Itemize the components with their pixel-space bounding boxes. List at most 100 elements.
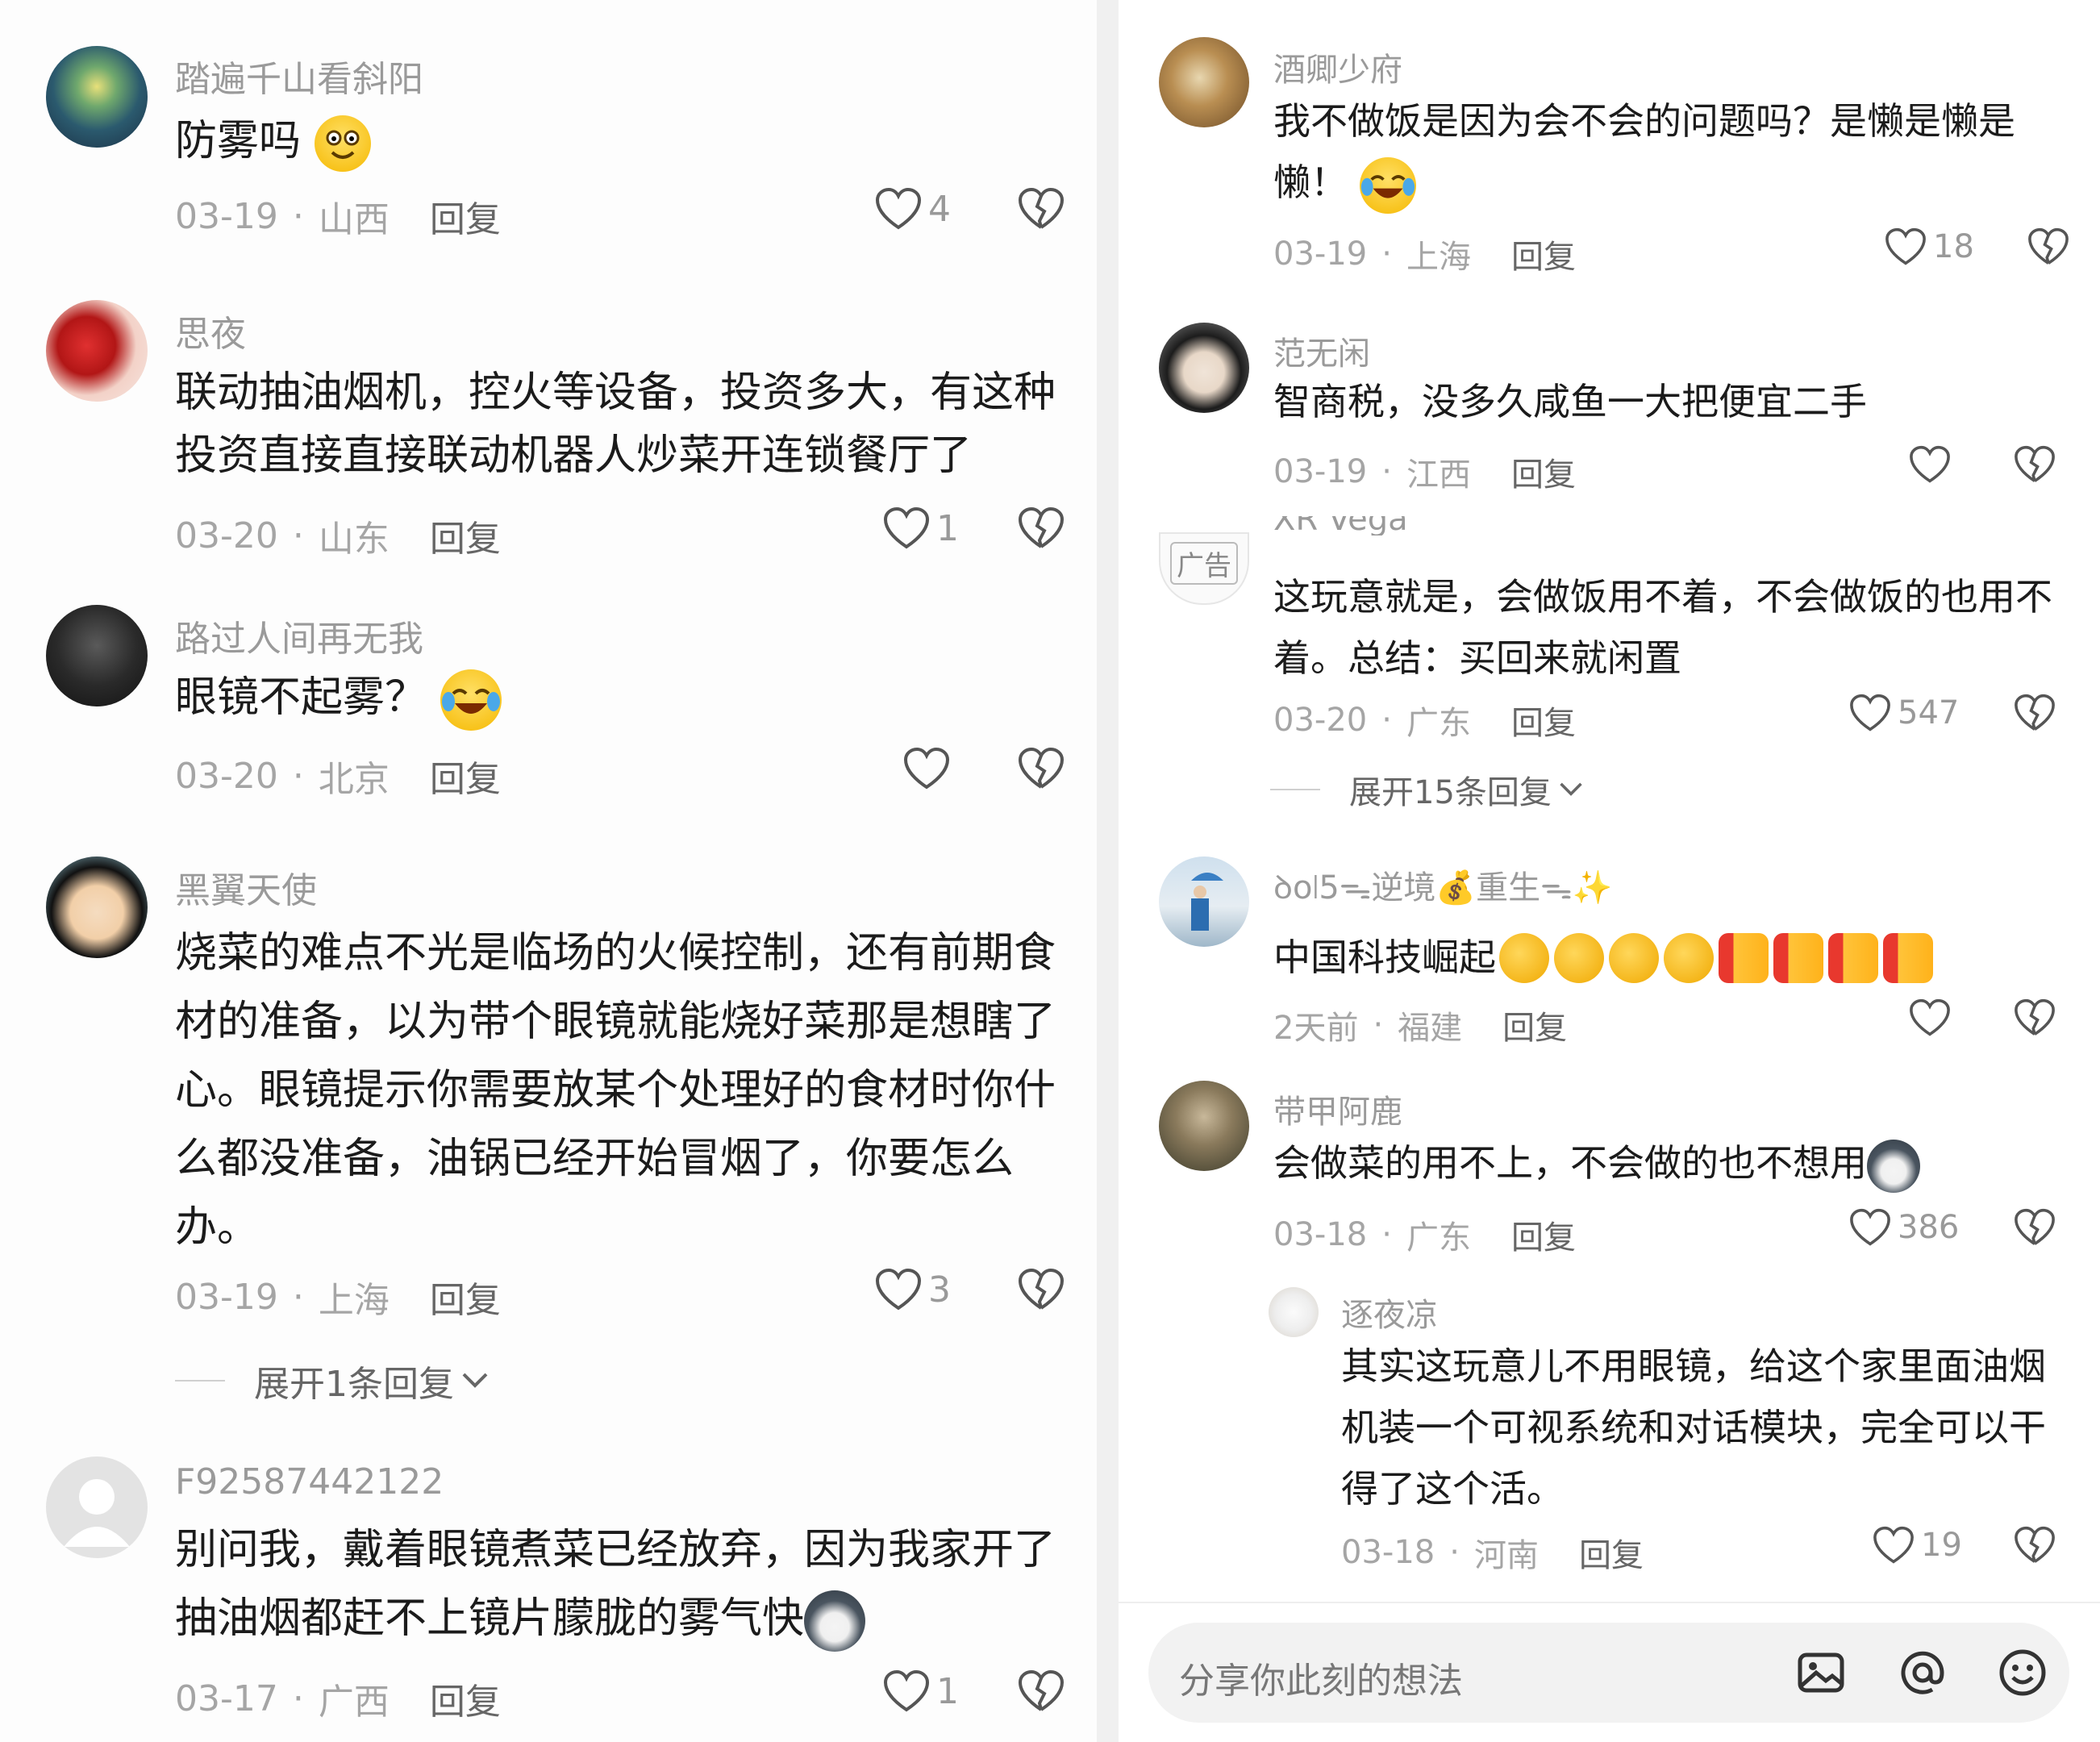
broken-heart-icon xyxy=(2015,1208,2055,1245)
date: 03-20 xyxy=(175,515,278,556)
location: 广西 xyxy=(318,1682,390,1723)
username[interactable]: F92587442122 xyxy=(175,1461,444,1502)
like-count: 18 xyxy=(1933,228,1974,265)
dislike-button[interactable] xyxy=(2014,998,2056,1037)
like-button[interactable] xyxy=(1909,998,1951,1037)
dislike-button[interactable] xyxy=(1018,747,1065,790)
comment-text: 这玩意就是，会做饭用不着，不会做饭的也用不 着。总结：买回来就闲置 xyxy=(1273,575,2052,680)
comment-meta: 03-18 · 河南 回复 xyxy=(1341,1529,1644,1576)
like-button[interactable]: 4 xyxy=(875,187,951,231)
like-button[interactable]: 18 xyxy=(1885,227,1974,266)
heart-icon xyxy=(875,1268,922,1311)
reply-button[interactable]: 回复 xyxy=(430,750,501,802)
avatar[interactable] xyxy=(1159,323,1249,413)
dislike-button[interactable] xyxy=(1018,506,1065,550)
comment-meta: 03-19 · 江西 回复 xyxy=(1273,448,1576,495)
expand-replies-button[interactable]: 展开1条回复 xyxy=(175,1355,490,1407)
grinning-face-icon xyxy=(314,115,371,172)
date: 03-17 xyxy=(175,1677,278,1719)
dislike-button[interactable] xyxy=(2014,1526,2056,1565)
like-count: 386 xyxy=(1898,1209,1960,1246)
heart-icon xyxy=(1850,694,1890,731)
expand-replies-button[interactable]: 展开15条回复 xyxy=(1270,766,1584,813)
avatar[interactable] xyxy=(1159,37,1249,127)
comment-input[interactable]: 分享你此刻的想法 xyxy=(1179,1652,1463,1703)
dislike-button[interactable] xyxy=(1018,1669,1065,1713)
username[interactable]: 黑翼天使 xyxy=(175,861,317,913)
avatar[interactable] xyxy=(46,300,148,402)
like-count: 3 xyxy=(928,1269,951,1311)
comment-input-bar[interactable]: 分享你此刻的想法 xyxy=(1148,1623,2069,1723)
reply-button[interactable]: 回复 xyxy=(430,1271,501,1323)
dislike-button[interactable] xyxy=(2014,694,2056,732)
dislike-button[interactable] xyxy=(1018,187,1065,231)
avatar[interactable] xyxy=(1159,856,1249,947)
username[interactable]: 逐夜凉 xyxy=(1341,1289,1438,1336)
username[interactable]: 范无闲 xyxy=(1273,327,1370,374)
like-button[interactable]: 19 xyxy=(1873,1526,1962,1565)
date: 03-20 xyxy=(175,755,278,797)
username[interactable]: ꝺo꘡5ᯓ逆境💰重生ᯓ✨ xyxy=(1273,861,1612,908)
default-avatar-icon xyxy=(64,1479,130,1547)
username[interactable]: 带甲阿鹿 xyxy=(1273,1086,1402,1132)
location: 广东 xyxy=(1406,1219,1471,1256)
username[interactable]: 路过人间再无我 xyxy=(175,610,423,661)
avatar[interactable] xyxy=(46,605,148,706)
like-button[interactable]: 386 xyxy=(1849,1208,1959,1247)
heart-icon xyxy=(1910,445,1950,483)
comment-text: 我不做饭是因为会不会的问题吗？是懒是懒是 懒！ xyxy=(1273,90,2015,214)
comment-text: 联动抽油烟机，控火等设备，投资多大，有这种 投资直接直接联动机器人炒菜开连锁餐厅… xyxy=(175,369,1056,480)
laughing-crying-face-icon xyxy=(1359,156,1416,214)
reply-button[interactable]: 回复 xyxy=(1511,697,1576,744)
like-button[interactable] xyxy=(903,747,950,790)
input-divider xyxy=(1119,1602,2100,1603)
dislike-button[interactable] xyxy=(2027,227,2069,266)
mention-icon[interactable] xyxy=(1897,1647,1948,1698)
comment-meta: 03-18 · 广东 回复 xyxy=(1273,1211,1576,1258)
username[interactable]: 思夜 xyxy=(175,305,246,356)
like-count: 19 xyxy=(1921,1527,1962,1564)
avatar[interactable] xyxy=(46,1457,148,1558)
avatar[interactable] xyxy=(1159,1081,1249,1171)
reply-button[interactable]: 回复 xyxy=(1502,1002,1567,1048)
emoji-icon[interactable] xyxy=(1997,1647,2048,1698)
avatar[interactable] xyxy=(46,856,148,958)
reply-button[interactable]: 回复 xyxy=(430,510,501,561)
username[interactable]: 踏遍千山看斜阳 xyxy=(175,50,423,102)
avatar[interactable] xyxy=(46,46,148,148)
reply-button[interactable]: 回复 xyxy=(430,190,501,242)
divider xyxy=(175,1380,225,1382)
comment-meta: 03-19 · 上海 回复 xyxy=(1273,231,1576,277)
dislike-button[interactable] xyxy=(2014,445,2056,484)
comment-text: 智商税，没多久咸鱼一大把便宜二手 xyxy=(1273,380,1867,423)
username[interactable]: 酒卿少府 xyxy=(1273,44,1402,90)
reply-button[interactable]: 回复 xyxy=(1511,448,1576,495)
dislike-button[interactable] xyxy=(1018,1268,1065,1311)
thumbs-up-icon xyxy=(1719,932,1769,983)
comment-text: 其实这玩意儿不用眼镜，给这个家里面油烟 机装一个可视系统和对话模块，完全可以干 … xyxy=(1341,1344,2046,1511)
username[interactable]: XR Vega xyxy=(1273,516,1408,536)
column-divider xyxy=(1097,0,1119,1742)
image-icon[interactable] xyxy=(1795,1647,1847,1698)
left-comment-column: 踏遍千山看斜阳 防雾吗 03-19 · 山西 回复 4 思夜 联动抽油烟机，控火等设… xyxy=(0,0,1097,1742)
avatar[interactable] xyxy=(1269,1287,1319,1337)
like-button[interactable]: 3 xyxy=(875,1268,951,1311)
thumbs-up-icon xyxy=(1828,932,1878,983)
chevron-down-icon xyxy=(462,1373,488,1388)
broken-heart-icon xyxy=(2015,1526,2055,1563)
thumbs-up-icon xyxy=(1773,932,1823,983)
comment-meta: 03-17 · 广西 回复 xyxy=(175,1673,501,1724)
reply-button[interactable]: 回复 xyxy=(430,1673,501,1724)
like-button[interactable]: 547 xyxy=(1849,694,1959,732)
strong-icon xyxy=(1664,932,1714,983)
like-button[interactable]: 1 xyxy=(883,1669,959,1713)
reply-button[interactable]: 回复 xyxy=(1511,231,1576,277)
dislike-button[interactable] xyxy=(2014,1208,2056,1247)
reply-button[interactable]: 回复 xyxy=(1511,1211,1576,1258)
strong-icon xyxy=(1609,932,1659,983)
like-count: 4 xyxy=(928,188,951,230)
ad-avatar[interactable]: 广告 xyxy=(1159,532,1249,605)
like-button[interactable]: 1 xyxy=(883,506,959,550)
like-button[interactable] xyxy=(1909,445,1951,484)
reply-button[interactable]: 回复 xyxy=(1579,1529,1644,1576)
